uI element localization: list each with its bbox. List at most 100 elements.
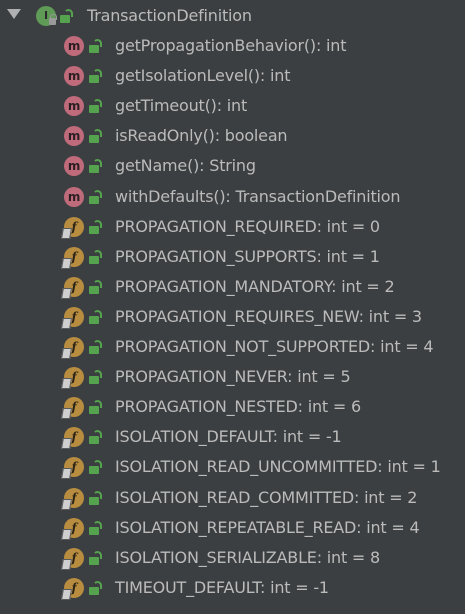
tree-node-field[interactable]: f TIMEOUT_DEFAULT: int = -1	[0, 573, 465, 603]
static-badge-icon	[61, 589, 72, 600]
tree-node-field[interactable]: f ISOLATION_REPEATABLE_READ: int = 4	[0, 513, 465, 543]
expand-arrow-icon[interactable]	[7, 9, 21, 19]
public-lock-icon	[89, 370, 102, 384]
static-final-field-icon: f	[61, 307, 84, 329]
member-icon-letter: m	[67, 69, 81, 83]
static-badge-icon	[61, 529, 72, 540]
tree-node-method[interactable]: m getTimeout(): int	[0, 91, 465, 121]
public-lock-icon	[60, 9, 73, 23]
tree-node-label: ISOLATION_READ_COMMITTED: int = 2	[115, 488, 418, 507]
method-icon: m	[64, 66, 84, 86]
static-badge-icon	[61, 499, 72, 510]
static-final-field-icon: f	[61, 457, 84, 479]
tree-node-label: PROPAGATION_NEVER: int = 5	[115, 367, 351, 386]
static-final-field-icon: f	[61, 397, 84, 419]
member-icon-letter: f	[71, 521, 77, 535]
tree-node-field[interactable]: f PROPAGATION_MANDATORY: int = 2	[0, 272, 465, 302]
static-badge-icon	[61, 288, 72, 299]
tree-node-field[interactable]: f PROPAGATION_SUPPORTS: int = 1	[0, 242, 465, 272]
static-final-field-icon: f	[61, 548, 84, 570]
tree-node-field[interactable]: f PROPAGATION_NESTED: int = 6	[0, 392, 465, 422]
static-badge-icon	[61, 228, 72, 239]
public-lock-icon	[89, 220, 102, 234]
member-icon-letter: m	[67, 99, 81, 113]
member-icon-letter: f	[71, 430, 77, 444]
tree-node-field[interactable]: f ISOLATION_READ_UNCOMMITTED: int = 1	[0, 452, 465, 482]
tree-node-label: PROPAGATION_NOT_SUPPORTED: int = 4	[115, 337, 434, 356]
tree-node-method[interactable]: m isReadOnly(): boolean	[0, 121, 465, 151]
static-final-field-icon: f	[61, 427, 84, 449]
tree-node-field[interactable]: f PROPAGATION_NOT_SUPPORTED: int = 4	[0, 332, 465, 362]
public-lock-icon	[89, 430, 102, 444]
interface-icon: I	[36, 6, 57, 26]
tree-node-root-label: TransactionDefinition	[87, 6, 252, 25]
tree-node-field[interactable]: f ISOLATION_SERIALIZABLE: int = 8	[0, 543, 465, 573]
tree-node-label: getPropagationBehavior(): int	[115, 36, 347, 55]
public-lock-icon	[89, 521, 102, 535]
method-icon: m	[64, 36, 84, 56]
static-badge-icon	[61, 408, 72, 419]
member-icon-letter: m	[67, 159, 81, 173]
tree-node-label: withDefaults(): TransactionDefinition	[115, 187, 401, 206]
static-badge-icon	[61, 378, 72, 389]
tree-node-label: PROPAGATION_REQUIRED: int = 0	[115, 217, 380, 236]
public-lock-icon	[89, 39, 102, 53]
static-final-field-icon: f	[61, 488, 84, 510]
static-final-field-icon: f	[61, 277, 84, 299]
public-lock-icon	[89, 551, 102, 565]
tree-node-method[interactable]: m getIsolationLevel(): int	[0, 61, 465, 91]
tree-node-field[interactable]: f PROPAGATION_REQUIRES_NEW: int = 3	[0, 302, 465, 332]
member-icon-letter: f	[71, 310, 77, 324]
public-lock-icon	[89, 159, 102, 173]
static-badge-icon	[61, 559, 72, 570]
member-icon-letter: m	[67, 39, 81, 53]
tree-node-field[interactable]: f ISOLATION_DEFAULT: int = -1	[0, 422, 465, 452]
member-icon-letter: f	[71, 370, 77, 384]
static-badge-icon	[61, 318, 72, 329]
tree-node-field[interactable]: f PROPAGATION_NEVER: int = 5	[0, 362, 465, 392]
tree-node-field[interactable]: f ISOLATION_READ_COMMITTED: int = 2	[0, 483, 465, 513]
member-icon-letter: f	[71, 491, 77, 505]
static-badge-icon	[61, 468, 72, 479]
static-final-field-icon: f	[61, 518, 84, 540]
tree-node-method[interactable]: m getName(): String	[0, 151, 465, 181]
public-lock-icon	[89, 99, 102, 113]
public-lock-icon	[89, 190, 102, 204]
public-lock-icon	[89, 129, 102, 143]
static-method-icon: m	[64, 187, 84, 207]
member-icon-letter: f	[71, 280, 77, 294]
member-icon-letter: f	[71, 400, 77, 414]
member-icon-letter: f	[71, 460, 77, 474]
tree-node-field[interactable]: f PROPAGATION_REQUIRED: int = 0	[0, 212, 465, 242]
member-icon-letter: m	[67, 129, 81, 143]
public-lock-icon	[89, 250, 102, 264]
tree-node-label: ISOLATION_SERIALIZABLE: int = 8	[115, 548, 380, 567]
tree-node-label: isReadOnly(): boolean	[115, 126, 288, 145]
tree-node-label: PROPAGATION_REQUIRES_NEW: int = 3	[115, 307, 422, 326]
tree-node-label: PROPAGATION_SUPPORTS: int = 1	[115, 247, 380, 266]
public-lock-icon	[89, 491, 102, 505]
member-icon-letter: f	[71, 340, 77, 354]
tree-node-method[interactable]: m withDefaults(): TransactionDefinition	[0, 182, 465, 212]
tree-node-method[interactable]: m getPropagationBehavior(): int	[0, 31, 465, 61]
interface-icon-letter: I	[44, 9, 48, 22]
method-icon: m	[64, 156, 84, 176]
tree-node-label: ISOLATION_REPEATABLE_READ: int = 4	[115, 518, 420, 537]
member-icon-letter: m	[67, 190, 81, 204]
public-lock-icon	[89, 460, 102, 474]
tree-node-root[interactable]: I TransactionDefinition	[0, 1, 465, 31]
member-icon-letter: f	[71, 220, 77, 234]
tree-node-label: PROPAGATION_NESTED: int = 6	[115, 397, 361, 416]
tree-node-label: PROPAGATION_MANDATORY: int = 2	[115, 277, 395, 296]
static-final-field-icon: f	[61, 247, 84, 269]
member-icon-letter: f	[71, 581, 77, 595]
public-lock-icon	[89, 581, 102, 595]
tree-node-label: ISOLATION_DEFAULT: int = -1	[115, 427, 342, 446]
tree-node-label: ISOLATION_READ_UNCOMMITTED: int = 1	[115, 457, 441, 476]
structure-tree: I TransactionDefinition m getPropagationB…	[0, 0, 465, 614]
public-lock-icon	[89, 280, 102, 294]
static-badge-icon	[61, 348, 72, 359]
tree-node-label: getIsolationLevel(): int	[115, 66, 291, 85]
static-final-field-icon: f	[61, 578, 84, 600]
member-icon-letter: f	[71, 250, 77, 264]
